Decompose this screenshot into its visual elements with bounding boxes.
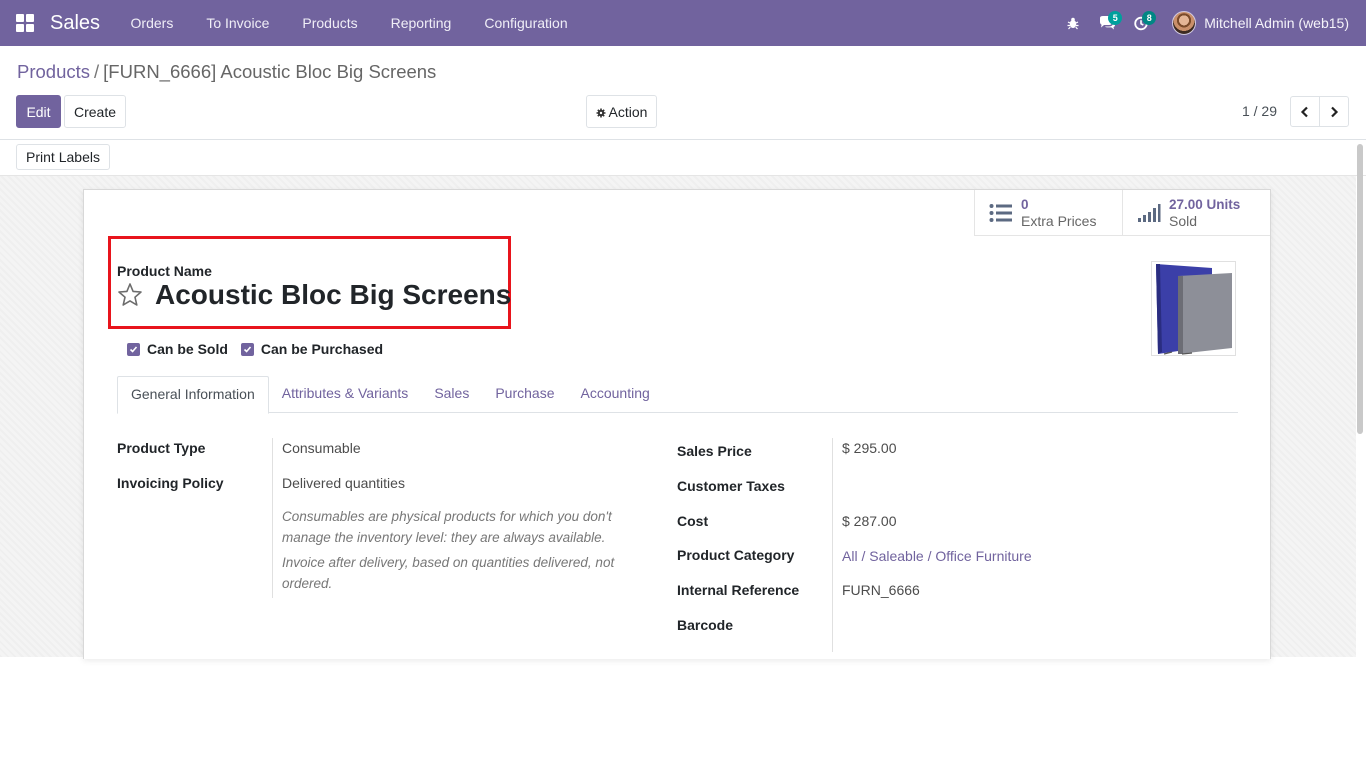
checkbox-checked-icon (127, 342, 140, 356)
breadcrumb-separator: / (94, 61, 100, 82)
extra-prices-label: Extra Prices (1021, 213, 1097, 229)
favorite-star-icon[interactable] (117, 282, 143, 311)
breadcrumb: Products / [FURN_6666] Acoustic Bloc Big… (17, 61, 436, 83)
pager-value[interactable]: 1 / 29 (1242, 103, 1277, 119)
user-menu[interactable]: Mitchell Admin (web15) (1172, 11, 1349, 35)
product-name[interactable]: Acoustic Bloc Big Screens (155, 279, 511, 311)
top-navbar: Sales Orders To Invoice Products Reporti… (0, 0, 1366, 46)
barcode-field[interactable] (842, 617, 1042, 635)
can-be-sold-label: Can be Sold (147, 341, 228, 357)
navbar-systray: 5 8 Mitchell Admin (web15) (1056, 0, 1366, 46)
menu-orders[interactable]: Orders (114, 0, 190, 46)
chevron-left-icon (1300, 106, 1308, 117)
app-name[interactable]: Sales (50, 12, 100, 35)
breadcrumb-current: [FURN_6666] Acoustic Bloc Big Screens (103, 61, 437, 82)
avatar (1172, 11, 1197, 35)
menu-reporting[interactable]: Reporting (374, 0, 468, 46)
print-labels-label: Print Labels (26, 149, 100, 165)
cost-label: Cost (677, 513, 709, 529)
pager-previous-button[interactable] (1290, 96, 1320, 127)
menu-configuration[interactable]: Configuration (468, 0, 584, 46)
apps-menu-icon[interactable] (16, 14, 34, 32)
notebook-tabs: General Information Attributes & Variant… (117, 376, 1238, 414)
internal-reference-label: Internal Reference (677, 582, 800, 598)
create-button[interactable]: Create (64, 95, 126, 128)
left-group-separator (272, 438, 273, 598)
sales-price-field[interactable]: $ 295.00 (842, 440, 897, 456)
create-button-label: Create (73, 103, 117, 120)
debug-bug-icon[interactable] (1056, 0, 1090, 46)
print-labels-button[interactable]: Print Labels (16, 144, 110, 170)
invoicing-policy-field[interactable]: Delivered quantities (282, 475, 405, 491)
consumable-help-text: Consumables are physical products for wh… (282, 509, 612, 545)
can-be-purchased-checkbox[interactable]: Can be Purchased (240, 341, 384, 357)
can-be-purchased-label: Can be Purchased (260, 341, 384, 357)
units-sold-value: 27.00 Units (1169, 197, 1241, 212)
messages-icon[interactable]: 5 (1090, 0, 1124, 46)
product-image[interactable] (1151, 261, 1236, 356)
form-statusbar: Print Labels (0, 140, 1366, 176)
invoice-policy-help-text: Invoice after delivery, based on quantit… (282, 555, 615, 591)
internal-reference-field[interactable]: FURN_6666 (842, 582, 920, 598)
checkbox-checked-icon (240, 342, 254, 356)
smart-button-box: 0 Extra Prices 27.00 Units Sold (974, 190, 1270, 236)
scrollbar[interactable] (1357, 144, 1363, 434)
product-name-label: Product Name (117, 263, 212, 279)
can-be-sold-checkbox[interactable]: Can be Sold (127, 341, 228, 357)
user-name: Mitchell Admin (web15) (1204, 15, 1349, 31)
list-icon (989, 203, 1013, 223)
menu-products[interactable]: Products (286, 0, 374, 46)
cost-field[interactable]: $ 287.00 (842, 513, 897, 529)
menu-to-invoice[interactable]: To Invoice (190, 0, 286, 46)
bar-chart-icon (1137, 203, 1161, 223)
gear-icon (596, 108, 606, 117)
activities-clock-icon[interactable]: 8 (1124, 0, 1158, 46)
main-menu: Orders To Invoice Products Reporting Con… (114, 0, 584, 46)
pager-next-button[interactable] (1319, 96, 1349, 127)
product-category-field[interactable]: All / Saleable / Office Furniture (842, 548, 1032, 564)
units-sold-button[interactable]: 27.00 Units Sold (1122, 190, 1270, 236)
product-category-label: Product Category (677, 547, 795, 563)
barcode-label: Barcode (677, 617, 734, 633)
messages-badge: 5 (1108, 11, 1123, 25)
form-sheet: 0 Extra Prices 27.00 Units Sold Product … (83, 189, 1271, 659)
extra-prices-button[interactable]: 0 Extra Prices (974, 190, 1122, 236)
sales-price-label: Sales Price (677, 443, 752, 459)
right-group-separator (832, 438, 833, 652)
edit-button[interactable]: Edit (16, 95, 61, 128)
product-type-field[interactable]: Consumable (282, 440, 361, 456)
action-button-label: Action (608, 103, 648, 120)
customer-taxes-label: Customer Taxes (677, 478, 785, 494)
product-flags: Can be Sold Can be Purchased (127, 341, 396, 357)
breadcrumb-products[interactable]: Products (17, 61, 90, 83)
activities-badge: 8 (1142, 11, 1157, 25)
units-sold-label: Sold (1169, 213, 1198, 229)
chevron-right-icon (1331, 106, 1339, 117)
tab-sales[interactable]: Sales (421, 376, 482, 413)
extra-prices-value: 0 (1021, 197, 1029, 212)
product-type-label: Product Type (117, 440, 206, 456)
tab-accounting[interactable]: Accounting (568, 376, 663, 413)
tab-general-information[interactable]: General Information (117, 376, 269, 414)
invoicing-policy-label: Invoicing Policy (117, 475, 224, 491)
action-button[interactable]: Action (586, 95, 657, 128)
tab-attributes-variants[interactable]: Attributes & Variants (269, 376, 422, 413)
tab-purchase[interactable]: Purchase (482, 376, 567, 413)
control-panel: Products / [FURN_6666] Acoustic Bloc Big… (0, 46, 1366, 140)
customer-taxes-field[interactable] (842, 478, 1042, 496)
